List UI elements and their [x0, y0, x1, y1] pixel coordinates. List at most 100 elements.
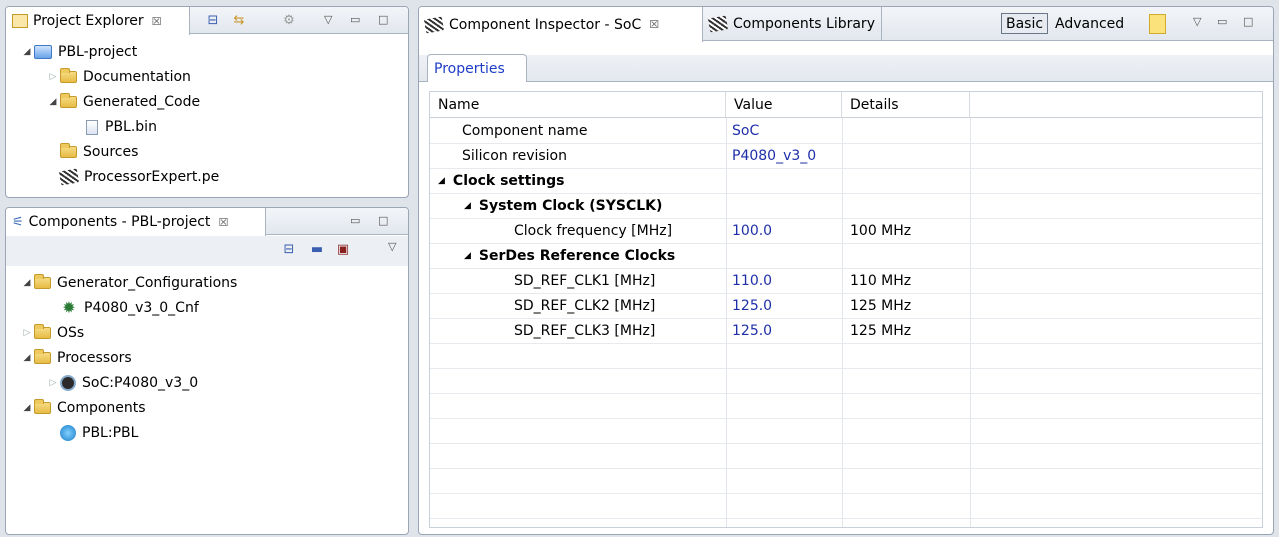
close-icon[interactable]: ☒: [152, 15, 162, 28]
expanded-arrow-icon[interactable]: ◢: [46, 97, 60, 107]
close-icon[interactable]: ☒: [649, 18, 659, 31]
view-menu-icon[interactable]: ▽: [1193, 15, 1201, 28]
tree-item[interactable]: ▷ Documentation: [46, 66, 191, 88]
basic-button[interactable]: Basic: [1001, 13, 1049, 34]
expanded-arrow-icon[interactable]: ◢: [20, 403, 34, 413]
folder-view-icon[interactable]: ▬: [308, 240, 326, 258]
minimize-icon[interactable]: ▭: [350, 214, 360, 227]
collapsed-arrow-icon[interactable]: ▷: [46, 378, 60, 388]
property-value[interactable]: 110.0: [732, 268, 772, 293]
tree-item[interactable]: PBL:PBL: [46, 422, 138, 444]
folder-icon: [34, 399, 51, 414]
view-menu-icon[interactable]: ▽: [324, 13, 332, 26]
tree-item[interactable]: ◢ Components: [20, 397, 146, 419]
property-name-text: SD_REF_CLK1 [MHz]: [514, 272, 656, 289]
property-value[interactable]: P4080_v3_0: [732, 143, 816, 168]
row-divider: [430, 493, 1262, 494]
property-name[interactable]: SD_REF_CLK1 [MHz]: [514, 268, 655, 293]
row-divider: [430, 343, 1262, 344]
tree-item-label: Generator_Configurations: [57, 275, 238, 291]
property-name[interactable]: SD_REF_CLK2 [MHz]: [514, 293, 655, 318]
project-tree: ◢ PBL-project ▷ Documentation ◢ Generated_Cod…: [6, 41, 408, 197]
row-divider: [430, 193, 1262, 194]
expanded-arrow-icon[interactable]: ◢: [20, 47, 34, 57]
folder-icon: [60, 143, 77, 158]
tree-item[interactable]: ProcessorExpert.pe: [46, 166, 219, 188]
maximize-icon[interactable]: □: [1243, 15, 1253, 28]
components-tree: ◢ Generator_Configurations ✹ P4080_v3_0_Cnf…: [6, 272, 408, 534]
expanded-arrow-icon[interactable]: ◢: [464, 201, 471, 211]
tree-item[interactable]: ◢ Generated_Code: [46, 91, 200, 113]
tab-project-explorer[interactable]: Project Explorer ☒: [6, 7, 190, 35]
property-name-text: SD_REF_CLK2 [MHz]: [514, 297, 656, 314]
property-name[interactable]: Component name: [462, 118, 587, 143]
tree-item-label: OSs: [57, 325, 85, 341]
tree-item[interactable]: PBL.bin: [72, 116, 157, 138]
maximize-icon[interactable]: □: [378, 13, 388, 26]
row-divider: [430, 268, 1262, 269]
close-icon[interactable]: ☒: [218, 216, 228, 229]
column-divider: [842, 118, 843, 527]
minimize-icon[interactable]: ▭: [350, 13, 360, 26]
property-name[interactable]: Clock frequency [MHz]: [514, 218, 672, 243]
tree-item-label: SoC:P4080_v3_0: [82, 375, 199, 391]
property-value[interactable]: 125.0: [732, 293, 772, 318]
tab-properties[interactable]: Properties: [427, 54, 527, 82]
row-divider: [430, 443, 1262, 444]
library-icon: [707, 15, 729, 33]
tree-item[interactable]: ◢ Generator_Configurations: [20, 272, 237, 294]
property-name-text: Component name: [462, 122, 588, 139]
collapsed-arrow-icon[interactable]: ▷: [20, 328, 34, 338]
collapse-all-icon[interactable]: ⊟: [280, 240, 298, 258]
tree-item[interactable]: ◢ PBL-project: [20, 41, 138, 63]
property-value[interactable]: SoC: [732, 118, 759, 143]
tree-item[interactable]: ▷ SoC:P4080_v3_0: [46, 372, 198, 394]
inspector-tabbar: Component Inspector - SoC ☒ Components L…: [419, 7, 1273, 42]
tree-item[interactable]: ✹ P4080_v3_0_Cnf: [46, 297, 199, 319]
advanced-button[interactable]: Advanced: [1055, 16, 1124, 32]
expanded-arrow-icon[interactable]: ◢: [20, 353, 34, 363]
property-name[interactable]: ◢ Clock settings: [438, 168, 564, 193]
link-with-editor-icon[interactable]: ⇆: [230, 11, 248, 29]
property-name[interactable]: ◢ System Clock (SYSCLK): [464, 193, 662, 218]
view-menu-icon[interactable]: ▽: [388, 240, 396, 253]
property-name[interactable]: Silicon revision: [462, 143, 567, 168]
tree-item[interactable]: Sources: [46, 141, 138, 163]
export-icon[interactable]: ▣: [334, 240, 352, 258]
tree-item-label: PBL-project: [58, 44, 138, 60]
folder-icon: [34, 274, 51, 289]
component-inspector-panel: Component Inspector - SoC ☒ Components L…: [418, 6, 1274, 535]
maximize-icon[interactable]: □: [378, 214, 388, 227]
collapsed-arrow-icon[interactable]: ▷: [46, 72, 60, 82]
row-divider: [430, 468, 1262, 469]
tree-item[interactable]: ▷ OSs: [20, 322, 84, 344]
row-divider: [430, 218, 1262, 219]
row-divider: [430, 368, 1262, 369]
tab-components[interactable]: ⚟ Components - PBL-project ☒: [6, 208, 266, 236]
tab-components-library[interactable]: Components Library: [703, 7, 882, 41]
expanded-arrow-icon[interactable]: ◢: [464, 251, 471, 261]
property-details: 125 MHz: [850, 322, 912, 339]
expanded-arrow-icon[interactable]: ◢: [20, 278, 34, 288]
pe-file-icon: [58, 168, 80, 186]
expanded-arrow-icon[interactable]: ◢: [438, 176, 445, 186]
collapse-all-icon[interactable]: ⊟: [204, 11, 222, 29]
tree-item-label: PBL.bin: [105, 119, 157, 135]
tree-item[interactable]: ◢ Processors: [20, 347, 132, 369]
row-divider: [430, 418, 1262, 419]
tree-item-label: P4080_v3_0_Cnf: [84, 300, 199, 316]
property-value[interactable]: 125.0: [732, 318, 772, 343]
column-header-value[interactable]: Value: [726, 92, 842, 118]
folder-icon: [60, 93, 77, 108]
note-icon[interactable]: [1149, 14, 1166, 34]
property-value[interactable]: 100.0: [732, 218, 772, 243]
tab-component-inspector[interactable]: Component Inspector - SoC ☒: [419, 7, 703, 42]
column-header-name[interactable]: Name: [430, 92, 726, 118]
minimize-icon[interactable]: ▭: [1217, 15, 1227, 28]
column-header-details[interactable]: Details: [842, 92, 970, 118]
property-name[interactable]: SD_REF_CLK3 [MHz]: [514, 318, 655, 343]
property-details: 110 MHz: [850, 272, 912, 289]
filter-icon[interactable]: ⚙: [280, 11, 298, 29]
property-name[interactable]: ◢ SerDes Reference Clocks: [464, 243, 675, 268]
row-divider: [430, 393, 1262, 394]
